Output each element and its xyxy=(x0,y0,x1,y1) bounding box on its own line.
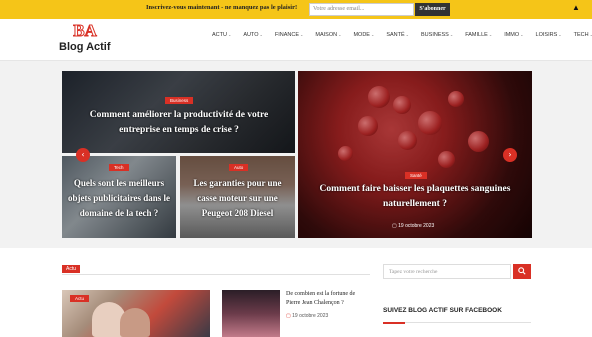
newsletter-message: Inscrivez-vous maintenant - ne manquez p… xyxy=(146,4,298,11)
side-article-date: ▢ 19 octobre 2023 xyxy=(286,313,329,319)
category-tag[interactable]: Actu xyxy=(70,295,90,302)
hero-tile-tech[interactable]: Tech Quels sont les meilleurs objets pub… xyxy=(62,156,176,238)
nav-item-immo[interactable]: IMMO⌄ xyxy=(504,32,529,38)
search-input[interactable]: Tapez votre recherche xyxy=(383,264,511,279)
category-tag[interactable]: Tech xyxy=(109,164,129,171)
collapse-bar-icon[interactable]: ▲ xyxy=(572,3,580,12)
search-icon xyxy=(518,267,526,275)
carousel-prev-button[interactable]: ‹ xyxy=(76,148,90,162)
subscribe-button[interactable]: S'abonner xyxy=(415,3,450,16)
nav-item-maison[interactable]: MAISON⌄ xyxy=(315,32,347,38)
side-article-title[interactable]: De combien est la fortune de Pierre Jean… xyxy=(286,290,366,308)
widget-accent-line xyxy=(383,322,405,324)
carousel-next-button[interactable]: › xyxy=(503,148,517,162)
section-divider xyxy=(62,274,370,275)
search-button[interactable] xyxy=(513,264,531,279)
hero-tile-business[interactable]: Business Comment améliorer la productivi… xyxy=(62,71,295,153)
nav-item-sante[interactable]: SANTÉ⌄ xyxy=(386,32,415,38)
side-article-image[interactable] xyxy=(222,290,280,337)
category-tag[interactable]: Auto xyxy=(229,164,249,171)
hero-title[interactable]: Comment faire baisser les plaquettes san… xyxy=(306,182,524,212)
category-tag[interactable]: Business xyxy=(165,97,194,104)
nav-item-tech[interactable]: TECH⌄ xyxy=(574,32,592,38)
hero-title[interactable]: Comment améliorer la productivité de vot… xyxy=(80,108,278,138)
main-nav: ACTU⌄ AUTO⌄ FINANCE⌄ MAISON⌄ MODE⌄ SANTÉ… xyxy=(212,32,592,38)
logo-mark-text: BA xyxy=(73,21,97,39)
widget-divider xyxy=(383,322,531,323)
nav-item-actu[interactable]: ACTU⌄ xyxy=(212,32,237,38)
hero-title[interactable]: Quels sont les meilleurs objets publicit… xyxy=(66,176,172,221)
logo-icon[interactable]: BA xyxy=(70,21,100,39)
nav-item-finance[interactable]: FINANCE⌄ xyxy=(275,32,310,38)
newsletter-email-input[interactable]: Votre adresse email... xyxy=(309,3,414,16)
person-figure xyxy=(120,308,150,337)
featured-article-image[interactable]: Actu xyxy=(62,290,210,337)
publish-date: ▢ 19 octobre 2023 xyxy=(392,223,435,229)
nav-item-mode[interactable]: MODE⌄ xyxy=(353,32,380,38)
nav-item-famille[interactable]: FAMILLE⌄ xyxy=(465,32,498,38)
newsletter-bar: Inscrivez-vous maintenant - ne manquez p… xyxy=(0,0,592,19)
nav-item-auto[interactable]: AUTO⌄ xyxy=(243,32,269,38)
hero-tile-sante[interactable]: Santé Comment faire baisser les plaquett… xyxy=(298,71,532,238)
hero-tile-auto[interactable]: Auto Les garanties pour une casse moteur… xyxy=(180,156,295,238)
site-logo-text[interactable]: Blog Actif xyxy=(59,41,111,53)
hero-title[interactable]: Les garanties pour une casse moteur sur … xyxy=(184,176,291,221)
section-tag-actu[interactable]: Actu xyxy=(62,265,81,273)
nav-item-loisirs[interactable]: LOISIRS⌄ xyxy=(536,32,568,38)
facebook-widget-title: SUIVEZ BLOG ACTIF SUR FACEBOOK xyxy=(383,307,502,314)
category-tag[interactable]: Santé xyxy=(405,172,427,179)
nav-item-business[interactable]: BUSINESS⌄ xyxy=(421,32,459,38)
